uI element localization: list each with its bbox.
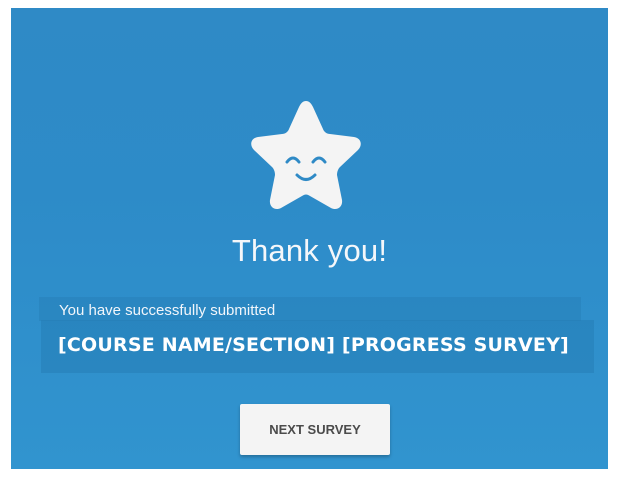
course-label: [COURSE NAME/SECTION] [PROGRESS SURVEY]	[58, 334, 569, 356]
thank-you-panel: Thank you! You have successfully submitt…	[11, 8, 608, 469]
smiling-star-icon	[243, 94, 369, 216]
next-survey-button[interactable]: NEXT SURVEY	[240, 404, 390, 455]
success-message: You have successfully submitted	[59, 302, 276, 319]
thank-you-title: Thank you!	[231, 233, 388, 268]
